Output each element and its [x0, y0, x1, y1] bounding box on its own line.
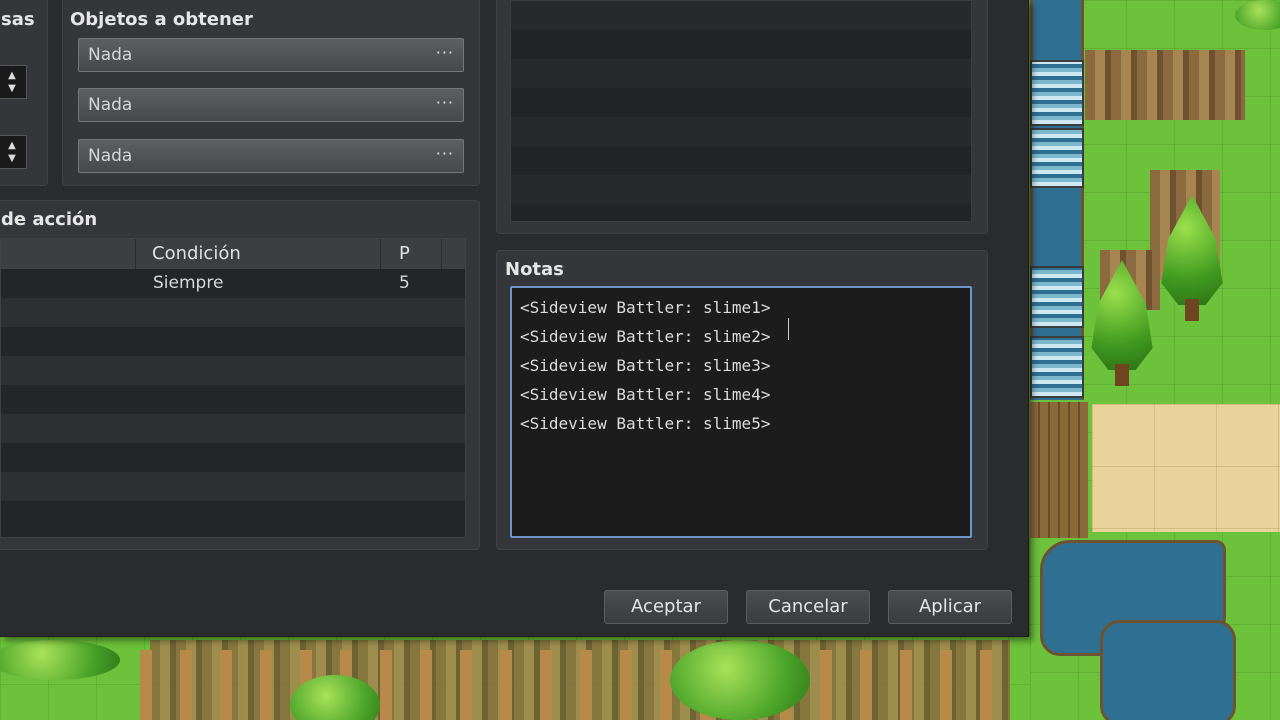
action-patterns-table[interactable]: Condición P Siempre 5 [0, 238, 466, 538]
drop-item-field[interactable]: Nada ··· [78, 139, 464, 173]
waterfall-3 [1030, 266, 1084, 328]
sand-path [1092, 404, 1280, 532]
notes-textarea[interactable]: <Sideview Battler: slime1> <Sideview Bat… [510, 286, 972, 538]
waterfall-4 [1030, 336, 1084, 398]
column-header-label: P [399, 243, 410, 264]
quantity-stepper[interactable]: ▲ ▼ [0, 65, 27, 99]
notes-title: Notas [505, 259, 564, 280]
table-row[interactable] [1, 356, 465, 385]
bush [670, 640, 810, 720]
column-header-skill[interactable] [1, 239, 136, 269]
wooden-bridge [1030, 402, 1088, 538]
waterfall-1 [1030, 60, 1084, 126]
traits-list[interactable] [510, 0, 972, 222]
arrow-down-icon[interactable]: ▼ [0, 82, 26, 95]
cliff-top [1085, 50, 1245, 120]
note-line: <Sideview Battler: slime4> [520, 385, 771, 404]
pond-lower [1100, 620, 1236, 720]
waterfall-2 [1030, 128, 1084, 188]
column-header-priority[interactable]: P [381, 239, 442, 269]
partial-group: sas ▲ ▼ ▲ ▼ [0, 0, 48, 186]
drop-items-title: Objetos a obtener [70, 9, 253, 30]
column-header-label: Condición [152, 243, 241, 264]
table-row[interactable] [1, 443, 465, 472]
table-row[interactable]: Siempre 5 [1, 269, 465, 298]
action-patterns-title: de acción [1, 209, 98, 230]
column-header-condition[interactable]: Condición [136, 239, 381, 269]
drop-item-field[interactable]: Nada ··· [78, 88, 464, 122]
arrow-up-icon[interactable]: ▲ [0, 139, 26, 152]
drop-item-value: Nada [88, 45, 133, 65]
partial-group-title: sas [1, 9, 35, 30]
ellipsis-icon[interactable]: ··· [436, 43, 454, 62]
condition-cell: Siempre [153, 273, 224, 293]
note-line: <Sideview Battler: slime2> [520, 327, 771, 346]
quantity-stepper[interactable]: ▲ ▼ [0, 135, 27, 169]
arrow-up-icon[interactable]: ▲ [0, 69, 26, 82]
table-row[interactable] [1, 327, 465, 356]
drop-item-value: Nada [88, 146, 133, 166]
table-header: Condición P [1, 239, 465, 269]
note-line: <Sideview Battler: slime5> [520, 414, 771, 433]
note-line: <Sideview Battler: slime1> [520, 298, 771, 317]
table-row[interactable] [1, 472, 465, 501]
fence [140, 650, 1020, 720]
drop-item-value: Nada [88, 95, 133, 115]
ok-button[interactable]: Aceptar [604, 590, 728, 624]
drop-item-field[interactable]: Nada ··· [78, 38, 464, 72]
ellipsis-icon[interactable]: ··· [436, 93, 454, 112]
text-cursor [788, 318, 789, 340]
table-row[interactable] [1, 385, 465, 414]
enemy-editor-window: sas ▲ ▼ ▲ ▼ Objetos a obtener Nada ··· N… [0, 0, 1029, 637]
table-row[interactable] [1, 298, 465, 327]
ellipsis-icon[interactable]: ··· [436, 144, 454, 163]
table-row[interactable] [1, 501, 465, 530]
apply-button[interactable]: Aplicar [888, 590, 1012, 624]
table-row[interactable] [1, 414, 465, 443]
arrow-down-icon[interactable]: ▼ [0, 152, 26, 165]
note-line: <Sideview Battler: slime3> [520, 356, 771, 375]
priority-cell: 5 [399, 273, 410, 293]
cancel-button[interactable]: Cancelar [746, 590, 870, 624]
